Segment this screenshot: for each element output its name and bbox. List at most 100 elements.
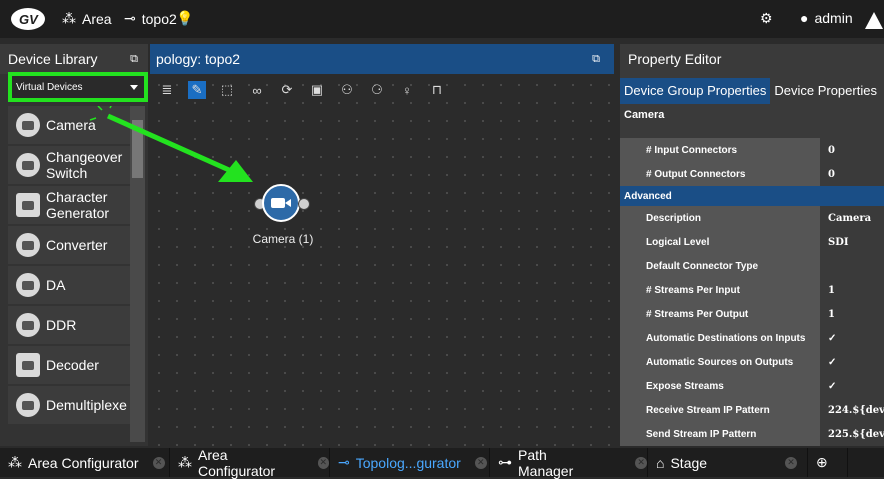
changeover-icon bbox=[16, 153, 40, 177]
property-row[interactable]: Send Stream IP Pattern 225.${dev bbox=[620, 422, 884, 446]
close-icon[interactable]: ✕ bbox=[474, 456, 487, 469]
device-library-header: Device Library ⧉ bbox=[0, 44, 148, 74]
property-row[interactable]: Description Camera bbox=[620, 206, 884, 230]
checkbox[interactable]: ✓ bbox=[820, 350, 884, 374]
property-row[interactable]: # Streams Per Output 1 bbox=[620, 302, 884, 326]
close-icon[interactable]: ✕ bbox=[152, 456, 165, 469]
user-label: admin bbox=[814, 10, 853, 26]
tab-area-configurator[interactable]: ⁂ Area Configurator ✕ bbox=[0, 448, 170, 477]
property-row[interactable]: # Streams Per Input 1 bbox=[620, 278, 884, 302]
property-key: Automatic Sources on Outputs bbox=[620, 350, 820, 374]
area-icon: ⁂ bbox=[178, 454, 192, 470]
property-row[interactable]: Automatic Destinations on Inputs ✓ bbox=[620, 326, 884, 350]
tab-label: Area Configurator bbox=[198, 446, 276, 479]
library-item-decoder[interactable]: Decoder bbox=[8, 346, 130, 384]
property-row[interactable]: # Output Connectors 0 bbox=[620, 162, 884, 186]
property-key: Default Connector Type bbox=[620, 254, 820, 278]
top-bar: GV ⁂ Area ⊸ topo2 💡 ⚙ ● admin bbox=[0, 0, 884, 38]
property-key: Expose Streams bbox=[620, 374, 820, 398]
property-row[interactable]: Automatic Sources on Outputs ✓ bbox=[620, 350, 884, 374]
tab-device-properties[interactable]: Device Properties bbox=[770, 78, 881, 104]
topology-toolbar: ≣ ✎ ⬚ ∞ ⟳ ▣ ⚇ ⚆ ♀ ⊓ bbox=[150, 76, 614, 104]
group-icon[interactable]: ⚆ bbox=[368, 81, 386, 99]
property-row[interactable]: Logical Level SDI bbox=[620, 230, 884, 254]
gv-logo: GV bbox=[11, 8, 45, 30]
chevron-down-icon bbox=[130, 85, 138, 90]
property-row[interactable]: Expose Streams ✓ bbox=[620, 374, 884, 398]
library-item-demultiplexer[interactable]: Demultiplexe bbox=[8, 386, 130, 424]
tab-device-group-properties[interactable]: Device Group Properties bbox=[620, 78, 771, 104]
property-value[interactable]: 1 bbox=[820, 302, 884, 326]
user-menu[interactable]: ● admin bbox=[800, 10, 853, 26]
home-icon: ⌂ bbox=[656, 454, 665, 471]
property-key: # Streams Per Input bbox=[620, 278, 820, 302]
da-icon bbox=[16, 273, 40, 297]
property-value[interactable]: 0 bbox=[820, 162, 884, 186]
camera-node[interactable] bbox=[262, 184, 300, 222]
tab-stage[interactable]: ⌂ Stage ✕ bbox=[648, 448, 808, 477]
property-editor-header: Property Editor bbox=[620, 44, 884, 74]
link-icon[interactable]: ∞ bbox=[248, 81, 266, 99]
checkbox[interactable]: ✓ bbox=[820, 374, 884, 398]
device-icon[interactable]: ▣ bbox=[308, 81, 326, 99]
property-value[interactable]: 224.${dev bbox=[820, 398, 884, 422]
property-editor-title: Property Editor bbox=[628, 51, 722, 67]
library-item-label: Decoder bbox=[46, 357, 99, 373]
property-row[interactable]: Default Connector Type bbox=[620, 254, 884, 278]
property-value[interactable]: SDI bbox=[820, 230, 884, 254]
library-item-da[interactable]: DA bbox=[8, 266, 130, 304]
property-key: Description bbox=[620, 206, 820, 230]
close-icon[interactable]: ✕ bbox=[785, 456, 798, 469]
property-key: # Streams Per Output bbox=[620, 302, 820, 326]
tab-label: Stage bbox=[670, 454, 708, 471]
select-icon[interactable]: ⬚ bbox=[218, 81, 236, 99]
library-item-label: DDR bbox=[46, 317, 77, 333]
device-type-dropdown[interactable]: Virtual Devices bbox=[8, 72, 148, 102]
property-value[interactable]: 0 bbox=[820, 138, 884, 162]
topology-icon: ⊸ bbox=[338, 454, 350, 470]
library-item-converter[interactable]: Converter bbox=[8, 226, 130, 264]
area-icon: ⁂ bbox=[62, 10, 76, 26]
pencil-icon[interactable]: ✎ bbox=[188, 81, 206, 99]
property-row[interactable]: # Input Connectors 0 bbox=[620, 138, 884, 162]
property-value[interactable]: Camera bbox=[820, 206, 884, 230]
close-icon[interactable]: ✕ bbox=[635, 456, 647, 469]
library-item-label: DA bbox=[46, 277, 66, 293]
library-item-ddr[interactable]: DDR bbox=[8, 306, 130, 344]
property-key: # Output Connectors bbox=[620, 162, 820, 186]
tab-label: Path Manager bbox=[518, 446, 574, 479]
undock-icon[interactable]: ⧉ bbox=[592, 53, 600, 66]
list-icon[interactable]: ≣ bbox=[158, 81, 176, 99]
section-advanced[interactable]: Advanced bbox=[620, 186, 884, 206]
property-key: Receive Stream IP Pattern bbox=[620, 398, 820, 422]
area-menu[interactable]: ⁂ Area bbox=[62, 10, 112, 27]
property-row[interactable]: Receive Stream IP Pattern 224.${dev bbox=[620, 398, 884, 422]
bulb-icon[interactable]: ♀ bbox=[398, 81, 416, 99]
undock-icon[interactable]: ⧉ bbox=[130, 53, 138, 66]
property-key: Automatic Destinations on Inputs bbox=[620, 326, 820, 350]
property-value[interactable]: 225.${dev bbox=[820, 422, 884, 446]
lock-icon[interactable]: ⊓ bbox=[428, 81, 446, 99]
svg-text:GV: GV bbox=[19, 12, 39, 27]
property-value[interactable]: 1 bbox=[820, 278, 884, 302]
device-library-title: Device Library bbox=[8, 51, 98, 67]
converter-icon bbox=[16, 233, 40, 257]
checkbox[interactable]: ✓ bbox=[820, 326, 884, 350]
output-port[interactable] bbox=[298, 198, 310, 210]
gear-icon[interactable]: ⚙ bbox=[760, 10, 773, 27]
topology-menu[interactable]: ⊸ topo2 bbox=[124, 10, 177, 27]
tab-area-configurator-2[interactable]: ⁂ Area Configurator ✕ bbox=[170, 446, 330, 479]
property-value[interactable] bbox=[820, 254, 884, 278]
warning-icon[interactable] bbox=[864, 10, 884, 30]
close-icon[interactable]: ✕ bbox=[317, 456, 329, 469]
connect-icon[interactable]: ⚇ bbox=[338, 81, 356, 99]
plus-icon: ⊕ bbox=[816, 454, 828, 470]
add-tab-button[interactable]: ⊕ bbox=[808, 448, 848, 477]
ddr-icon bbox=[16, 313, 40, 337]
tab-topology-configurator[interactable]: ⊸ Topolog...gurator ✕ bbox=[330, 448, 490, 477]
bulb-icon[interactable]: 💡 bbox=[176, 10, 193, 27]
tab-path-manager[interactable]: ⊶ Path Manager ✕ bbox=[490, 446, 648, 479]
refresh-icon[interactable]: ⟳ bbox=[278, 81, 296, 99]
group-title: Camera bbox=[620, 104, 884, 126]
property-key: Logical Level bbox=[620, 230, 820, 254]
